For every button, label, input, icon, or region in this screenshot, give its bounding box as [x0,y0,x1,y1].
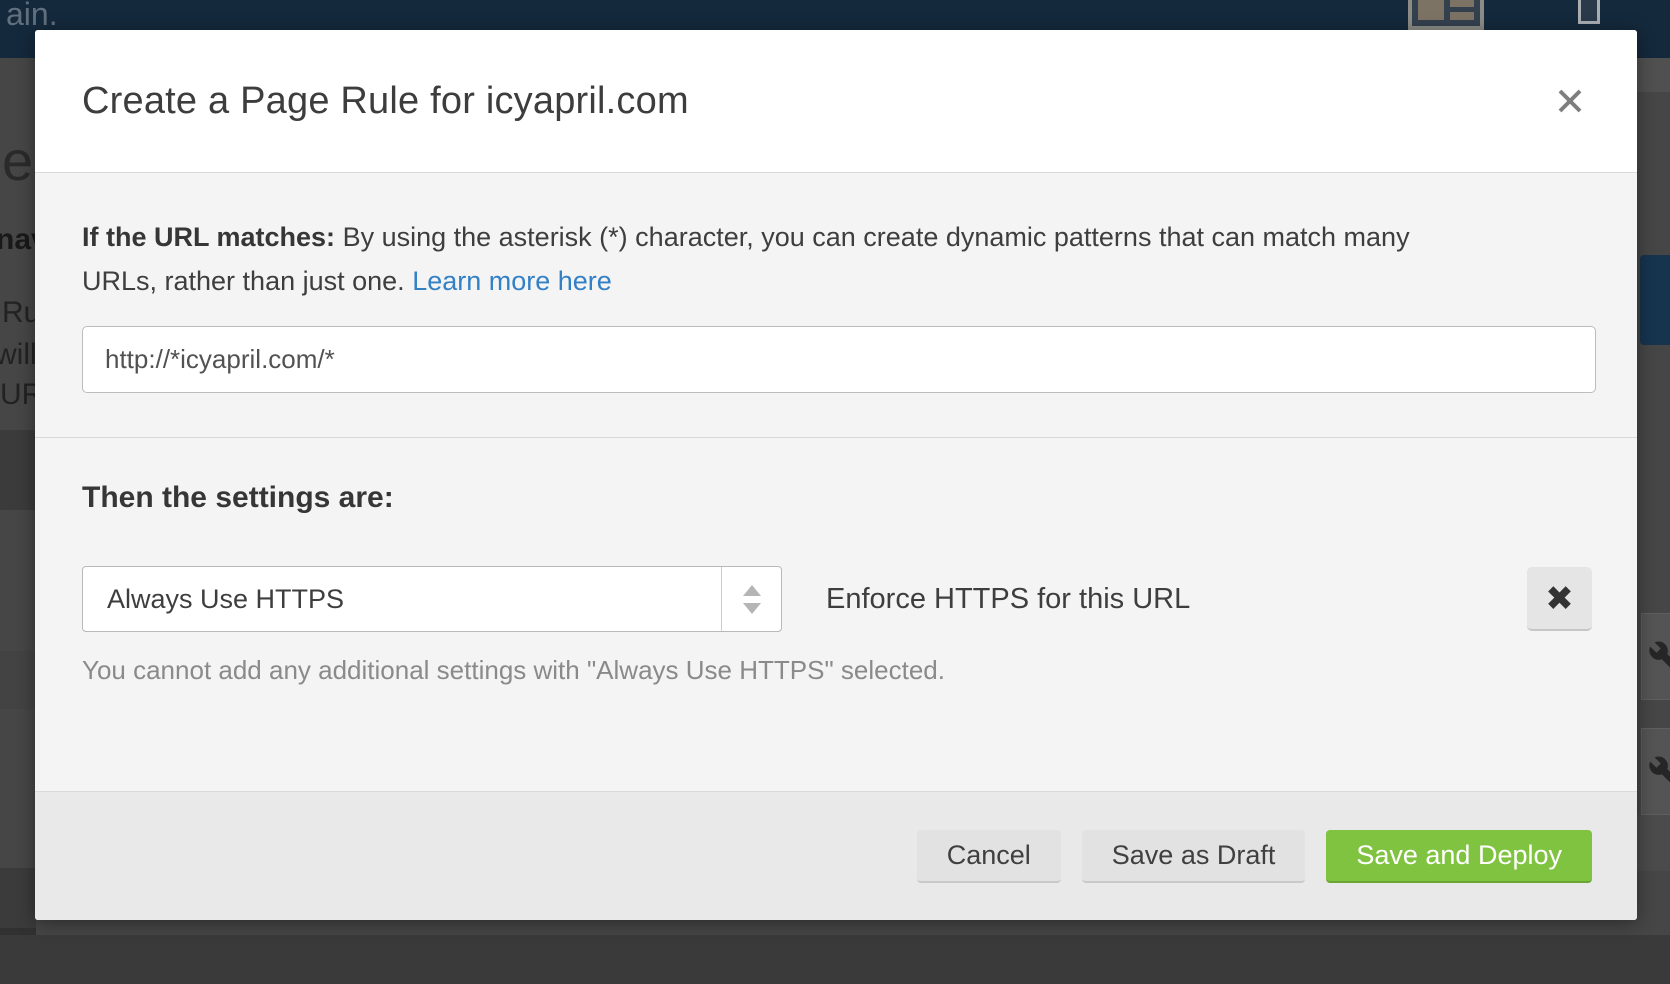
background-right-edge [1636,58,1670,984]
background-text-fragment-ru: Ru [2,296,36,330]
background-heading-fragment: e [2,128,33,193]
background-edit-row-2 [1641,728,1670,815]
remove-setting-button[interactable]: ✖ [1527,567,1592,631]
save-and-deploy-button[interactable]: Save and Deploy [1326,830,1592,883]
modal-body: If the URL matches: By using the asteris… [35,215,1637,686]
close-button[interactable] [1548,79,1592,123]
background-edit-row-1 [1641,613,1670,700]
background-left-edge: e nav Ru will UR [0,58,36,984]
chevron-down-icon [743,603,761,614]
background-blue-button-fragment [1640,255,1670,345]
setting-select[interactable]: Always Use HTTPS [82,566,782,632]
url-match-lead: If the URL matches: [82,222,335,252]
url-match-instructions: If the URL matches: By using the asteris… [82,215,1482,303]
settings-note: You cannot add any additional settings w… [82,655,1592,686]
modal-header: Create a Page Rule for icyapril.com [35,30,1637,173]
modal-title: Create a Page Rule for icyapril.com [82,80,689,123]
setting-description: Enforce HTTPS for this URL [826,583,1190,616]
background-bottom-band [0,935,1670,984]
cancel-button[interactable]: Cancel [917,830,1061,883]
url-pattern-input[interactable] [82,326,1596,393]
partial-square-icon [1578,0,1600,24]
background-text-fragment-will: will [0,338,36,372]
save-as-draft-button[interactable]: Save as Draft [1082,830,1306,883]
chevron-up-icon [743,585,761,596]
background-bold-fragment: nav [0,223,36,257]
wrench-icon [1648,640,1670,674]
modal-footer: Cancel Save as Draft Save and Deploy [35,791,1637,920]
setting-select-value: Always Use HTTPS [83,584,721,615]
close-icon [1552,83,1588,119]
layout-columns-icon [1408,0,1484,30]
learn-more-link[interactable]: Learn more here [412,266,612,296]
section-divider [35,437,1637,438]
background-text-fragment-ur: UR [0,378,36,412]
settings-row: Always Use HTTPS Enforce HTTPS for this … [82,566,1592,632]
select-stepper-icon [721,567,781,631]
remove-x-icon: ✖ [1545,580,1574,618]
wrench-icon [1648,755,1670,789]
page-rule-modal: Create a Page Rule for icyapril.com If t… [35,30,1637,920]
background-nav-text: ain. [6,0,58,33]
settings-heading: Then the settings are: [82,481,1592,515]
